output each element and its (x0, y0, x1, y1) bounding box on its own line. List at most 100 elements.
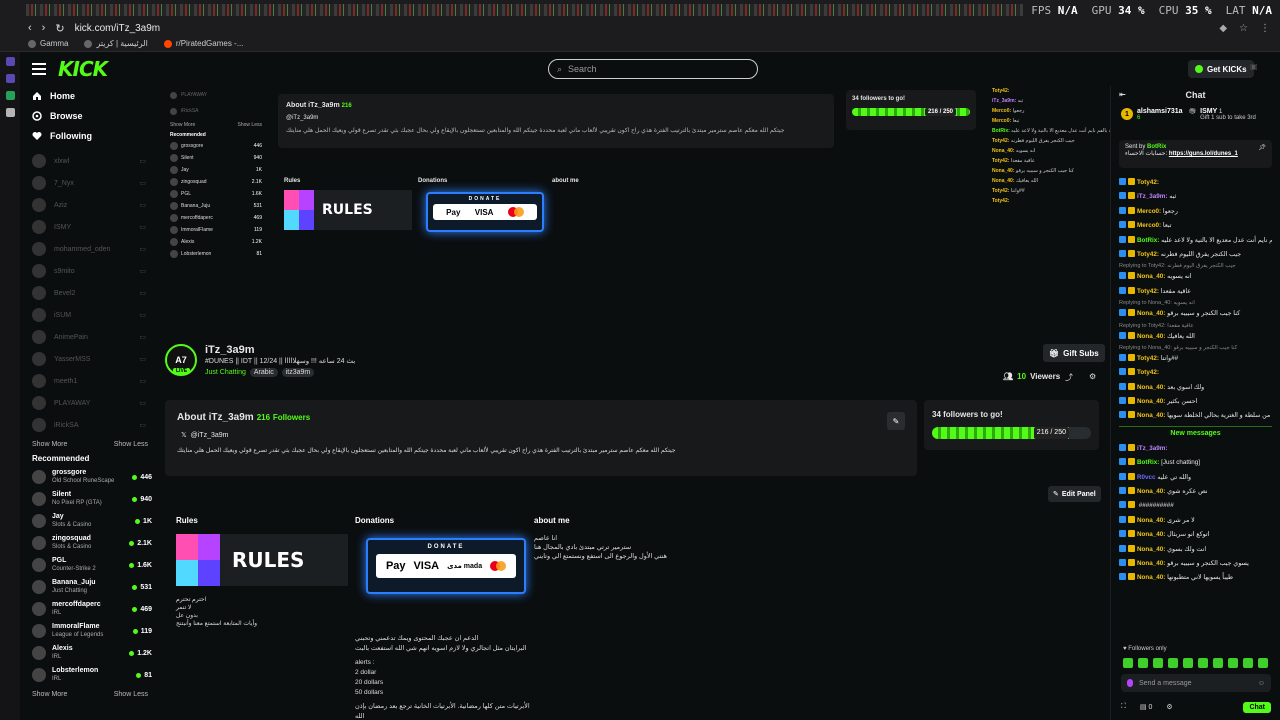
moderation-icon[interactable]: ⚙ (1089, 372, 1096, 383)
chat-message[interactable]: Nona_40: احسن بكثير (1119, 395, 1272, 409)
chat-message[interactable]: BotRix: أي نيتة خاصة بالفم نايم أنت عدل … (1119, 234, 1272, 248)
recommended-channel[interactable]: Lobsterlemon IRL 81 (20, 664, 160, 686)
chat-username[interactable]: Nona_40: (1137, 560, 1165, 567)
search-input[interactable]: ⌕ Search (548, 59, 758, 79)
chat-message[interactable]: ########## (1119, 499, 1272, 513)
gift-subs-button[interactable]: 🎁︎ Gift Subs (1043, 344, 1105, 362)
category-link[interactable]: Just Chatting (205, 369, 246, 376)
show-more-button[interactable]: Show More (32, 691, 67, 698)
chat-send-button[interactable]: Chat (1243, 701, 1271, 713)
forward-icon[interactable]: › (42, 22, 46, 34)
emote-icon[interactable] (1258, 658, 1268, 668)
recommended-channel[interactable]: PGL Counter-Strike 2 1.6K (20, 554, 160, 576)
extension-icon[interactable]: ◆ (1219, 23, 1227, 34)
sidebar-item-following[interactable]: Following (20, 126, 160, 146)
share-icon[interactable]: ⤴ (1065, 372, 1073, 383)
chat-username[interactable]: Nona_40: (1137, 517, 1165, 524)
chat-username[interactable]: Toty42: (1137, 369, 1159, 376)
chat-message[interactable]: Toty42: (1119, 176, 1272, 190)
chat-username[interactable]: Nona_40: (1137, 384, 1165, 391)
sidebar-follow-item[interactable]: meeth1 ▭ (20, 370, 160, 392)
emoji-icon[interactable]: ☺ (1258, 680, 1265, 687)
chat-username[interactable]: Toty42: (1137, 288, 1159, 295)
chat-username[interactable]: iTz_3a9m: (1137, 445, 1167, 452)
chat-username[interactable]: BotRix: (1137, 459, 1159, 466)
emote-icon[interactable] (1198, 658, 1208, 668)
chat-username[interactable]: Nona_40: (1137, 546, 1165, 553)
collapse-chat-icon[interactable]: ⇤ (1119, 90, 1126, 99)
back-icon[interactable]: ‹ (28, 22, 32, 34)
chat-message[interactable]: Merco0: رجعوا (1119, 205, 1272, 219)
top-gifter[interactable]: 1 alshamsi731a 6 (1121, 108, 1183, 121)
chat-username[interactable]: BotRix: (1137, 237, 1159, 244)
user-avatar[interactable]: ▣ (1250, 62, 1266, 76)
chat-username[interactable]: Nona_40: (1137, 488, 1165, 495)
chat-message[interactable]: Nona_40: لا مر شرى (1119, 514, 1272, 528)
edit-panel-button[interactable]: ✎ Edit Panel (1048, 486, 1101, 502)
app-icon[interactable] (5, 74, 15, 83)
emote-icon[interactable] (1183, 658, 1193, 668)
chat-message[interactable]: Nona_40: الله يعافيك (1119, 330, 1272, 344)
chat-username[interactable]: R0vcc (1137, 474, 1156, 481)
show-less-button[interactable]: Show Less (114, 691, 148, 698)
sidebar-follow-item[interactable]: AnimePain ▭ (20, 326, 160, 348)
chat-message[interactable]: Toty42: جيب الكنجر يفرق الليوم فطرنه (1119, 248, 1272, 262)
stream-video-preview[interactable]: PLAYAWAY iRickSA Show More Show Less Reco… (160, 86, 1110, 341)
pinned-link[interactable]: https://guns.lol/dunes_1 (1169, 151, 1238, 157)
chat-username[interactable]: Merco0: (1137, 208, 1161, 215)
pinned-message[interactable]: Sent by BotRix 📌︎ حسابات الاحساء: https:… (1119, 140, 1272, 168)
chat-message[interactable]: Merco0: تبعا (1119, 219, 1272, 233)
recommended-channel[interactable]: Jay Slots & Casino 1K (20, 510, 160, 532)
recommended-channel[interactable]: Alexis IRL 1.2K (20, 642, 160, 664)
sidebar-follow-item[interactable]: xlxwl ▭ (20, 150, 160, 172)
bookmark-item[interactable]: Gamma (28, 39, 68, 48)
recommended-channel[interactable]: Silent No Pixel RP (GTA) 940 (20, 488, 160, 510)
settings-icon[interactable]: ⚙ (1166, 703, 1172, 711)
chat-username[interactable]: Toty42: (1137, 179, 1159, 186)
edit-about-button[interactable]: ✎ (887, 412, 905, 430)
send-message-input[interactable]: Send a message ☺ (1121, 674, 1271, 692)
chat-username[interactable]: Nona_40: (1137, 412, 1165, 419)
recommended-channel[interactable]: Banana_Juju Just Chatting 531 (20, 576, 160, 598)
menu-icon[interactable]: ⋮ (1260, 23, 1270, 34)
star-icon[interactable]: ☆ (1239, 23, 1248, 34)
reload-icon[interactable]: ↻ (55, 22, 64, 35)
x-icon[interactable] (5, 108, 15, 117)
donate-card[interactable]: DONATE Pay VISA مدى mada (366, 538, 526, 594)
chat-message[interactable]: Nona_40: من سلطة و الغترية بحالي الخلطة … (1119, 409, 1272, 423)
recommended-channel[interactable]: mercoffdaperc IRL 469 (20, 598, 160, 620)
sidebar-follow-item[interactable]: iSUM ▭ (20, 304, 160, 326)
address-bar[interactable]: kick.com/iTz_3a9m (75, 23, 161, 34)
sidebar-follow-item[interactable]: Aziz ▭ (20, 194, 160, 216)
chat-message[interactable]: R0vcc والله تي عليه (1119, 471, 1272, 485)
chat-username[interactable]: Nona_40: (1137, 310, 1165, 317)
chat-message[interactable]: Nona_40: طيباً يسويها لاني متطبونها (1119, 571, 1272, 585)
sidebar-item-browse[interactable]: Browse (20, 106, 160, 126)
chat-username[interactable]: Nona_40: (1137, 398, 1165, 405)
sidebar-follow-item[interactable]: iRickSA ▭ (20, 414, 160, 436)
top-gifter[interactable]: 🎁︎ ISMY 1 Gift 1 sub to take 3rd (1189, 108, 1256, 121)
chat-message[interactable]: Toty42: عاقية مقعدا (1119, 285, 1272, 299)
get-kicks-button[interactable]: Get KICKs (1188, 60, 1254, 78)
pin-icon[interactable]: 📌︎ (1258, 144, 1266, 151)
stream-tag[interactable]: Arabic (249, 368, 278, 377)
emote-icon[interactable] (1213, 658, 1223, 668)
chat-username[interactable]: iTz_3a9m: (1137, 193, 1167, 200)
emote-icon[interactable] (1153, 658, 1163, 668)
sidebar-follow-item[interactable]: 7_Nyx ▭ (20, 172, 160, 194)
tab-strip[interactable] (26, 4, 1024, 16)
bookmark-item[interactable]: الرئيسية | كريتر (84, 39, 148, 48)
emote-icon[interactable] (1123, 658, 1133, 668)
emote-icon[interactable] (1228, 658, 1238, 668)
chat-username[interactable]: Toty42: (1137, 251, 1159, 258)
chat-message[interactable]: Nona_40: اتوكع انو سربثال (1119, 528, 1272, 542)
sidebar-follow-item[interactable]: s9mito ▭ (20, 260, 160, 282)
chat-username[interactable]: Nona_40: (1137, 273, 1165, 280)
chat-message[interactable]: Toty42: (1119, 366, 1272, 380)
recommended-channel[interactable]: zingosquad Slots & Casino 2.1K (20, 532, 160, 554)
kick-logo[interactable]: KICK (58, 57, 108, 81)
menu-icon[interactable] (32, 63, 46, 75)
recommended-channel[interactable]: grossgore Old School RuneScape 446 (20, 466, 160, 488)
chat-message[interactable]: Nona_40: نص عكره شوي (1119, 485, 1272, 499)
sidebar-follow-item[interactable]: Bevel2 ▭ (20, 282, 160, 304)
